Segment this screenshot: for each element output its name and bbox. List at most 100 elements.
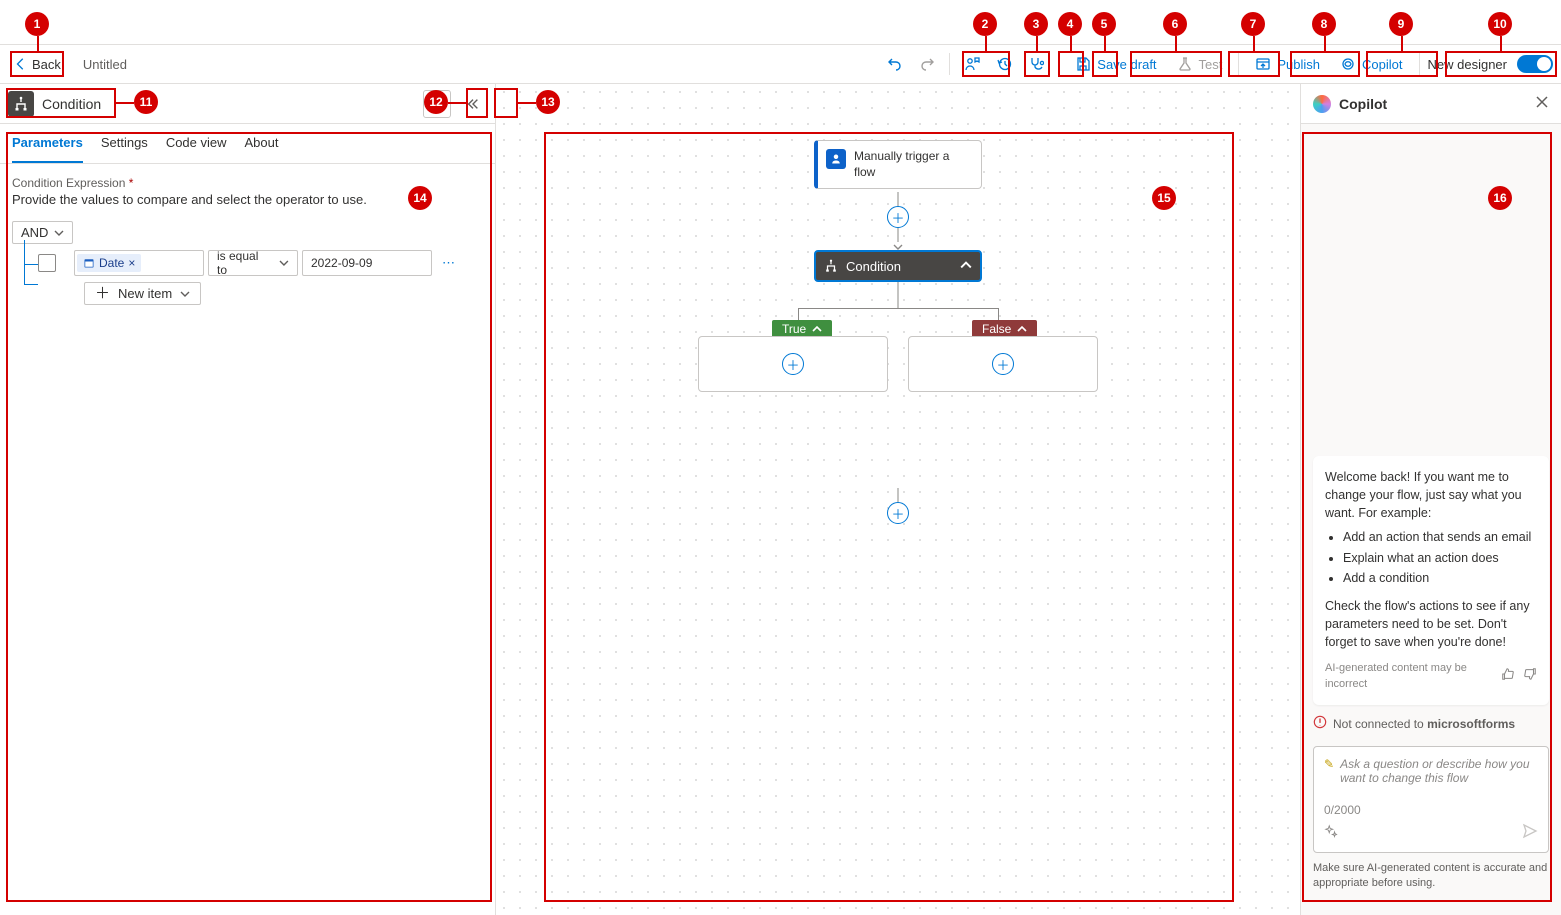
chevron-up-icon <box>812 324 822 334</box>
copilot-close-button[interactable] <box>1535 95 1549 112</box>
copilot-icon <box>1340 56 1356 72</box>
new-designer-label: New designer <box>1428 57 1508 72</box>
flow-title[interactable]: Untitled <box>83 57 127 72</box>
send-button[interactable] <box>1522 823 1538 842</box>
true-branch-card[interactable]: ＋ <box>698 336 888 392</box>
version-history-button[interactable] <box>990 49 1018 79</box>
trigger-icon <box>826 149 846 169</box>
copilot-logo-icon <box>1313 95 1331 113</box>
panel-title: Condition <box>42 96 101 112</box>
tab-about[interactable]: About <box>245 124 279 163</box>
warning-icon <box>1313 715 1327 732</box>
sparkle-icon[interactable] <box>1324 824 1338 841</box>
copilot-welcome-outro: Check the flow's actions to see if any p… <box>1325 597 1537 651</box>
copilot-title: Copilot <box>1339 96 1387 112</box>
back-label: Back <box>32 57 61 72</box>
operand-left[interactable]: Date × <box>74 250 204 276</box>
publish-button[interactable]: Publish <box>1247 49 1328 79</box>
copilot-bottom-disclaimer: Make sure AI-generated content is accura… <box>1313 861 1549 891</box>
save-icon <box>1075 56 1091 72</box>
undo-icon <box>887 56 903 72</box>
publish-label: Publish <box>1277 57 1320 72</box>
person-feedback-icon <box>964 56 980 72</box>
new-item-button[interactable]: ＋ New item <box>84 282 201 305</box>
tab-settings[interactable]: Settings <box>101 124 148 163</box>
save-draft-label: Save draft <box>1097 57 1156 72</box>
token-remove[interactable]: × <box>128 256 135 270</box>
thumbs-down-button[interactable] <box>1523 667 1537 687</box>
test-icon <box>1177 56 1193 72</box>
flow-checker-button[interactable] <box>1022 49 1050 79</box>
copilot-label: Copilot <box>1362 57 1402 72</box>
condition-node[interactable]: Condition <box>814 250 982 282</box>
more-vertical-icon <box>430 97 444 111</box>
copilot-panel: Copilot Welcome back! If you want me to … <box>1300 84 1561 915</box>
chevron-down-icon <box>54 228 64 238</box>
thumbs-up-icon <box>1501 667 1515 681</box>
undo-button[interactable] <box>881 49 909 79</box>
char-counter: 0/2000 <box>1324 803 1361 817</box>
add-step-end-button[interactable]: ＋ <box>887 502 909 524</box>
copilot-button[interactable]: Copilot <box>1332 49 1410 79</box>
feedback-button[interactable] <box>958 49 986 79</box>
copilot-message: Welcome back! If you want me to change y… <box>1313 456 1549 705</box>
copilot-suggestion: Add an action that sends an email <box>1343 528 1537 546</box>
row-checkbox[interactable] <box>38 254 56 272</box>
tab-code-view[interactable]: Code view <box>166 124 227 163</box>
new-designer-toggle[interactable] <box>1517 55 1553 73</box>
flow-canvas[interactable]: Manually trigger a flow ＋ Condition True… <box>496 84 1300 915</box>
trigger-node[interactable]: Manually trigger a flow <box>814 140 982 189</box>
copilot-welcome-intro: Welcome back! If you want me to change y… <box>1325 468 1537 522</box>
thumbs-down-icon <box>1523 667 1537 681</box>
chevron-double-left-icon <box>466 97 480 111</box>
false-branch-card[interactable]: ＋ <box>908 336 1098 392</box>
copilot-body: Welcome back! If you want me to change y… <box>1301 124 1561 915</box>
row-more-button[interactable]: ⋯ <box>436 255 461 271</box>
back-button[interactable]: Back <box>8 53 67 76</box>
panel-collapse-button[interactable] <box>459 90 487 118</box>
condition-icon <box>8 91 34 117</box>
operator-dropdown[interactable]: is equal to <box>208 250 298 276</box>
tab-parameters[interactable]: Parameters <box>12 124 83 163</box>
logic-operator-dropdown[interactable]: AND <box>12 221 73 244</box>
copilot-suggestions: Add an action that sends an email Explai… <box>1325 528 1537 586</box>
expression-label: Condition Expression * <box>12 176 483 190</box>
action-config-panel: Condition Parameters Settings Code view … <box>0 84 496 915</box>
publish-icon <box>1255 56 1271 72</box>
calendar-icon <box>83 257 95 269</box>
send-icon <box>1522 823 1538 839</box>
test-button[interactable]: Test <box>1169 49 1231 79</box>
thumbs-up-button[interactable] <box>1501 667 1515 687</box>
chevron-up-icon <box>1017 324 1027 334</box>
operand-right[interactable]: 2022-09-09 <box>302 250 432 276</box>
trigger-label: Manually trigger a flow <box>854 149 973 180</box>
top-toolbar: Back Untitled Save draft Test Publish Co… <box>0 44 1561 84</box>
redo-icon <box>919 56 935 72</box>
expression-description: Provide the values to compare and select… <box>12 192 483 207</box>
stethoscope-icon <box>1028 56 1044 72</box>
close-icon <box>1535 95 1549 109</box>
redo-button[interactable] <box>913 49 941 79</box>
arrow-left-icon <box>14 57 28 71</box>
chevron-down-icon <box>180 289 190 299</box>
add-false-action-button[interactable]: ＋ <box>992 353 1014 375</box>
condition-icon <box>824 259 838 273</box>
copilot-input[interactable]: ✎ Ask a question or describe how you wan… <box>1313 746 1549 853</box>
chevron-down-icon <box>279 258 289 268</box>
connection-warning: Not connected to microsoftforms <box>1313 715 1549 732</box>
panel-body: Condition Expression * Provide the value… <box>0 164 495 915</box>
wand-icon: ✎ <box>1324 757 1334 771</box>
save-draft-button[interactable]: Save draft <box>1067 49 1164 79</box>
copilot-placeholder: Ask a question or describe how you want … <box>1340 757 1538 785</box>
add-true-action-button[interactable]: ＋ <box>782 353 804 375</box>
condition-row: Date × is equal to 2022-09-09 ⋯ <box>38 250 483 276</box>
copilot-suggestion: Explain what an action does <box>1343 549 1537 567</box>
panel-header: Condition <box>0 84 495 124</box>
history-icon <box>996 56 1012 72</box>
copilot-suggestion: Add a condition <box>1343 569 1537 587</box>
test-label: Test <box>1199 57 1223 72</box>
copilot-header: Copilot <box>1301 84 1561 124</box>
add-step-button[interactable]: ＋ <box>887 206 909 228</box>
panel-more-button[interactable] <box>423 90 451 118</box>
panel-tabs: Parameters Settings Code view About <box>0 124 495 164</box>
